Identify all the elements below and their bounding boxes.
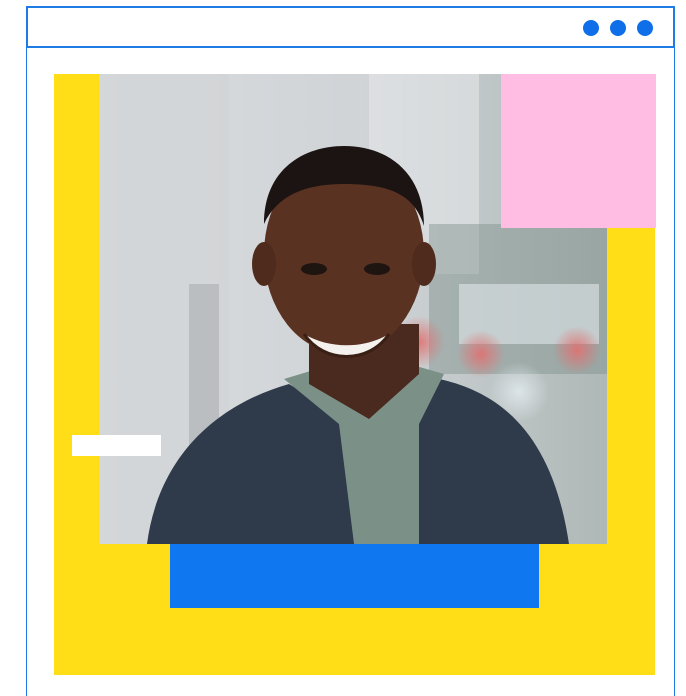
white-accent-bar — [72, 435, 161, 456]
window-dot-icon[interactable] — [610, 20, 626, 36]
window-dot-icon[interactable] — [583, 20, 599, 36]
window-dot-icon[interactable] — [637, 20, 653, 36]
browser-titlebar — [26, 6, 675, 48]
pink-accent-block — [501, 74, 656, 228]
blue-accent-block — [170, 544, 539, 608]
window-controls — [583, 20, 653, 36]
page-canvas — [0, 0, 686, 696]
